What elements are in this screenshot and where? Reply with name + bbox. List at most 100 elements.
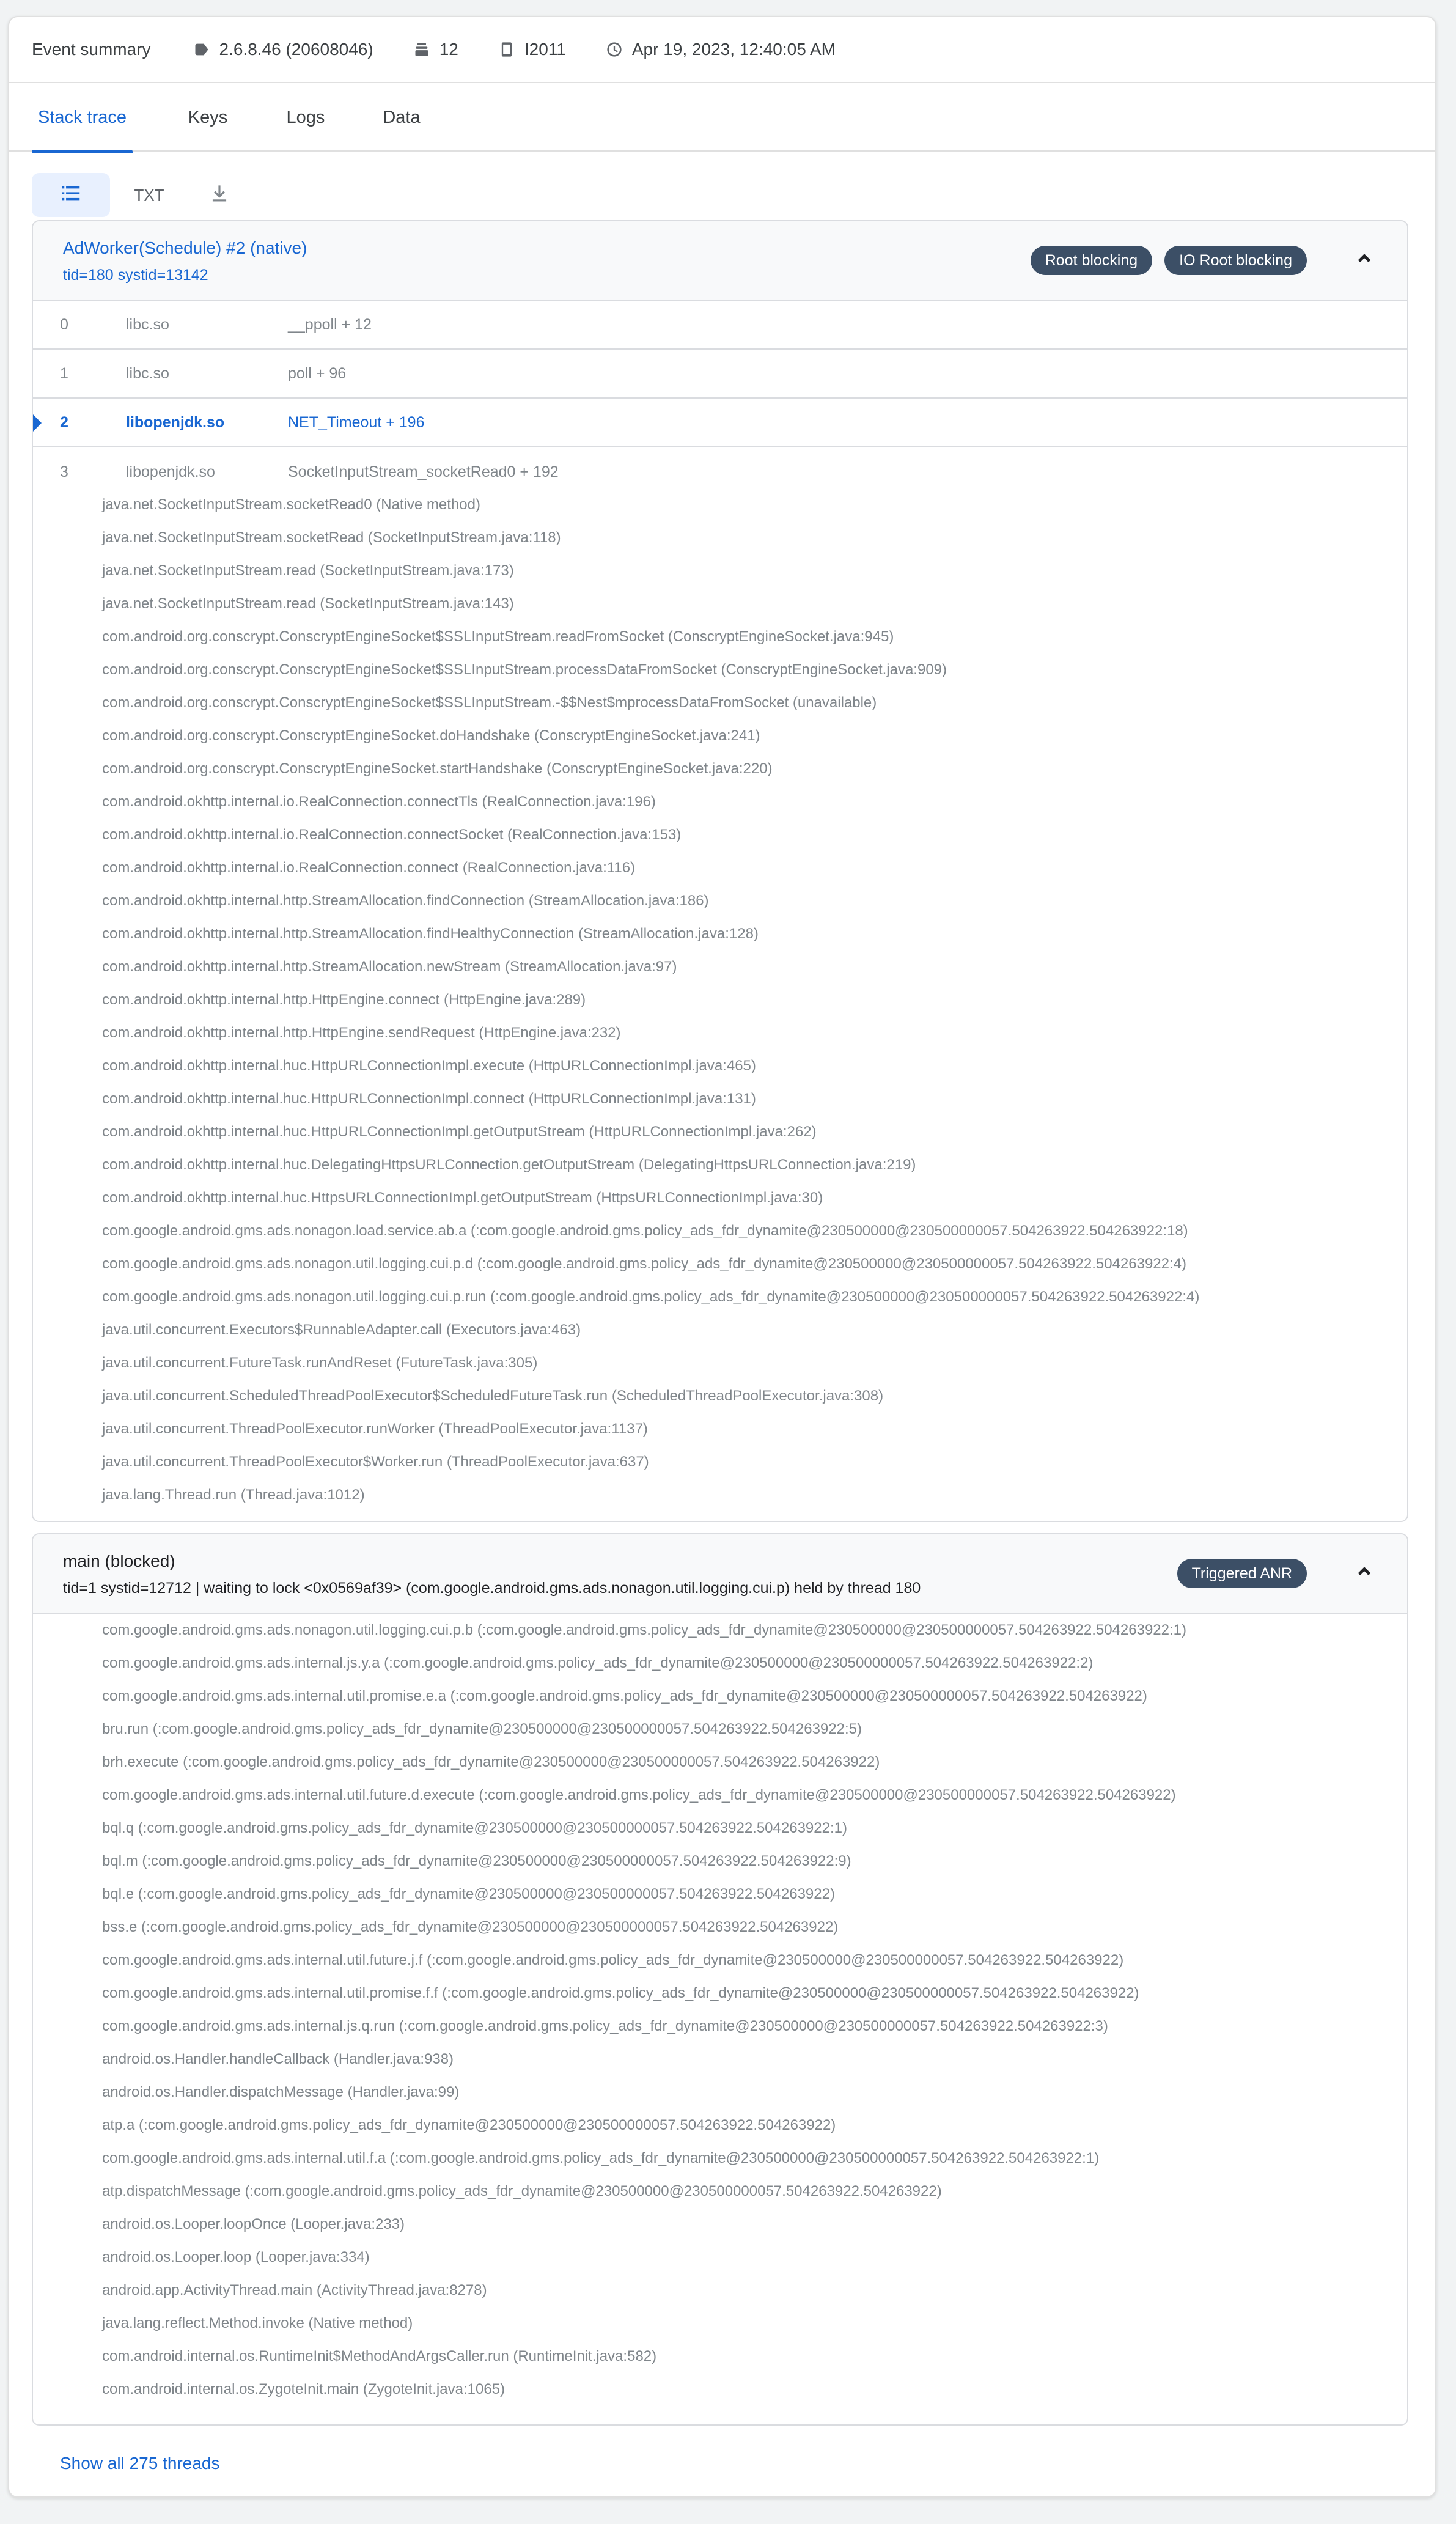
- java-frames-list: com.google.android.gms.ads.nonagon.util.…: [33, 1614, 1407, 2406]
- detail-tabs: Stack trace Keys Logs Data: [9, 83, 1435, 153]
- tab-keys[interactable]: Keys: [174, 83, 241, 152]
- java-frame: java.util.concurrent.ThreadPoolExecutor$…: [102, 1454, 649, 1470]
- java-frame: com.android.org.conscrypt.ConscryptEngin…: [102, 661, 947, 678]
- frame-symbol: SocketInputStream_socketRead0 + 192: [288, 463, 559, 480]
- collapse-button[interactable]: [1347, 1556, 1381, 1590]
- native-frame[interactable]: 1 libc.so poll + 96: [33, 350, 1407, 399]
- tab-logs[interactable]: Logs: [272, 83, 339, 152]
- root-blocking-badge: Root blocking: [1030, 246, 1153, 275]
- java-frame: com.google.android.gms.ads.internal.util…: [102, 1985, 1139, 2001]
- thread-header[interactable]: AdWorker(Schedule) #2 (native) tid=180 s…: [33, 221, 1407, 301]
- java-frame: com.google.android.gms.ads.internal.util…: [102, 1787, 1176, 1803]
- thread-name: AdWorker(Schedule) #2 (native): [63, 238, 307, 257]
- java-frame: com.google.android.gms.ads.nonagon.util.…: [102, 1289, 1200, 1305]
- java-frame: com.android.okhttp.internal.io.RealConne…: [102, 826, 682, 843]
- frame-library: libc.so: [126, 364, 169, 382]
- java-frame: com.google.android.gms.ads.nonagon.util.…: [102, 1256, 1187, 1272]
- frame-symbol: __ppoll + 12: [288, 315, 372, 333]
- frame-index: 2: [60, 413, 68, 431]
- stack-icon: [413, 40, 431, 59]
- app-version: 2.6.8.46 (20608046): [193, 40, 373, 59]
- list-view-button[interactable]: [32, 173, 110, 217]
- frame-symbol: poll + 96: [288, 364, 347, 382]
- frame-index: 0: [60, 315, 68, 333]
- java-frame: com.android.org.conscrypt.ConscryptEngin…: [102, 628, 894, 645]
- frame-index: 3: [60, 463, 68, 480]
- java-frame: com.google.android.gms.ads.internal.util…: [102, 1688, 1147, 1704]
- event-time-value: Apr 19, 2023, 12:40:05 AM: [631, 40, 836, 59]
- java-frame: atp.a (:com.google.android.gms.policy_ad…: [102, 2117, 836, 2133]
- download-icon: [208, 182, 231, 209]
- java-frame: android.os.Looper.loop (Looper.java:334): [102, 2249, 370, 2265]
- java-frame: com.android.okhttp.internal.http.HttpEng…: [102, 1025, 621, 1041]
- tab-data[interactable]: Data: [371, 83, 432, 152]
- java-frame: java.lang.reflect.Method.invoke (Native …: [102, 2315, 413, 2331]
- collapse-button[interactable]: [1347, 243, 1381, 277]
- event-card: Event summary 2.6.8.46 (20608046) 12 I20…: [8, 16, 1436, 2498]
- tag-icon: [193, 40, 211, 59]
- device-model: I2011: [498, 40, 566, 59]
- java-frame: com.android.okhttp.internal.http.StreamA…: [102, 892, 709, 909]
- native-frame-highlighted[interactable]: 2 libopenjdk.so NET_Timeout + 196: [33, 399, 1407, 447]
- java-frame: bql.e (:com.google.android.gms.policy_ad…: [102, 1886, 835, 1902]
- java-frame: com.android.okhttp.internal.io.RealConne…: [102, 859, 636, 876]
- event-summary-label: Event summary: [32, 40, 151, 59]
- java-frame: com.android.org.conscrypt.ConscryptEngin…: [102, 694, 877, 711]
- java-frame: bru.run (:com.google.android.gms.policy_…: [102, 1721, 862, 1737]
- java-frame: com.android.internal.os.RuntimeInit$Meth…: [102, 2348, 657, 2364]
- io-root-blocking-badge: IO Root blocking: [1164, 246, 1307, 275]
- list-icon: [59, 182, 83, 209]
- java-frame: com.android.okhttp.internal.huc.HttpURLC…: [102, 1091, 756, 1107]
- java-frame: com.android.okhttp.internal.huc.HttpURLC…: [102, 1124, 817, 1140]
- java-frame: com.android.org.conscrypt.ConscryptEngin…: [102, 760, 773, 777]
- java-frame: com.google.android.gms.ads.nonagon.util.…: [102, 1622, 1187, 1638]
- java-frame: java.util.concurrent.ThreadPoolExecutor.…: [102, 1421, 648, 1437]
- phone-icon: [498, 40, 516, 59]
- event-time: Apr 19, 2023, 12:40:05 AM: [605, 40, 836, 59]
- java-frame: android.os.Looper.loopOnce (Looper.java:…: [102, 2216, 405, 2232]
- thread-badges: Triggered ANR: [1165, 1559, 1307, 1588]
- triggered-anr-badge: Triggered ANR: [1177, 1559, 1307, 1588]
- device-count-value: 12: [439, 40, 458, 59]
- java-frame: java.net.SocketInputStream.read (SocketI…: [102, 562, 514, 579]
- java-frame: com.google.android.gms.ads.internal.js.y…: [102, 1655, 1094, 1671]
- java-frame: java.net.SocketInputStream.socketRead (S…: [102, 529, 561, 546]
- java-frame: com.google.android.gms.ads.internal.js.q…: [102, 2018, 1108, 2034]
- tab-stack-trace[interactable]: Stack trace: [32, 83, 133, 153]
- java-frame: java.net.SocketInputStream.read (SocketI…: [102, 595, 514, 612]
- download-button[interactable]: [192, 173, 247, 217]
- java-frame: com.google.android.gms.ads.internal.util…: [102, 1952, 1124, 1968]
- java-frame: com.android.okhttp.internal.io.RealConne…: [102, 793, 656, 810]
- java-frame: bql.q (:com.google.android.gms.policy_ad…: [102, 1820, 847, 1836]
- device-count: 12: [413, 40, 458, 59]
- java-frame: com.android.okhttp.internal.http.HttpEng…: [102, 992, 586, 1008]
- thread-panel-adworker: AdWorker(Schedule) #2 (native) tid=180 s…: [32, 220, 1408, 1522]
- thread-header[interactable]: main (blocked) tid=1 systid=12712 | wait…: [33, 1534, 1407, 1614]
- java-frame: com.google.android.gms.ads.nonagon.load.…: [102, 1223, 1188, 1239]
- java-frame: com.android.okhttp.internal.huc.HttpsURL…: [102, 1190, 823, 1206]
- chevron-up-icon: [1354, 1561, 1375, 1585]
- java-frame: java.util.concurrent.ScheduledThreadPool…: [102, 1388, 884, 1404]
- thread-name: main (blocked): [63, 1551, 175, 1570]
- java-frame: java.lang.Thread.run (Thread.java:1012): [102, 1487, 365, 1503]
- java-frame: java.util.concurrent.FutureTask.runAndRe…: [102, 1355, 538, 1371]
- app-version-value: 2.6.8.46 (20608046): [219, 40, 373, 59]
- java-frame: android.os.Handler.handleCallback (Handl…: [102, 2051, 454, 2067]
- java-frame: atp.dispatchMessage (:com.google.android…: [102, 2183, 942, 2199]
- java-frame: bql.m (:com.google.android.gms.policy_ad…: [102, 1853, 851, 1869]
- frame-library: libopenjdk.so: [126, 463, 215, 480]
- thread-panel-main: main (blocked) tid=1 systid=12712 | wait…: [32, 1533, 1408, 2426]
- java-frame: android.os.Handler.dispatchMessage (Hand…: [102, 2084, 460, 2100]
- current-frame-marker-icon: [33, 414, 42, 432]
- java-frame: com.android.okhttp.internal.http.StreamA…: [102, 958, 677, 975]
- chevron-up-icon: [1354, 248, 1375, 272]
- java-frame: bss.e (:com.google.android.gms.policy_ad…: [102, 1919, 839, 1935]
- native-frame[interactable]: 0 libc.so __ppoll + 12: [33, 301, 1407, 350]
- device-model-value: I2011: [524, 40, 566, 59]
- frame-index: 1: [60, 364, 68, 382]
- txt-view-button[interactable]: TXT: [116, 173, 182, 217]
- java-frame: com.android.org.conscrypt.ConscryptEngin…: [102, 727, 760, 744]
- show-all-threads-link[interactable]: Show all 275 threads: [60, 2454, 220, 2473]
- native-frame[interactable]: 3 libopenjdk.so SocketInputStream_socket…: [33, 447, 1407, 496]
- java-frame: com.android.okhttp.internal.http.StreamA…: [102, 925, 759, 942]
